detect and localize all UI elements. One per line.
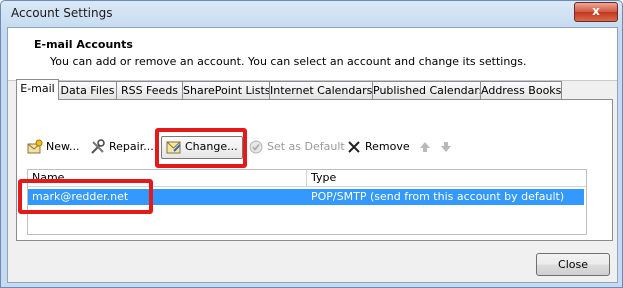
arrow-down-icon bbox=[438, 139, 454, 155]
tab-published-calendars[interactable]: Published Calendars bbox=[372, 81, 485, 99]
tab-rss-feeds[interactable]: RSS Feeds bbox=[116, 81, 183, 99]
tab-data-files[interactable]: Data Files bbox=[58, 81, 117, 99]
window-title: Account Settings bbox=[11, 6, 113, 20]
close-button-label: Close bbox=[558, 258, 588, 271]
repair-account-label: Repair... bbox=[109, 140, 154, 153]
tab-email[interactable]: E-mail bbox=[16, 79, 59, 100]
remove-account-button[interactable]: Remove bbox=[346, 137, 410, 157]
close-window-button[interactable]: x bbox=[574, 2, 618, 22]
account-type: POP/SMTP (send from this account by defa… bbox=[311, 190, 565, 203]
tab-address-books[interactable]: Address Books bbox=[480, 81, 562, 99]
move-up-button[interactable] bbox=[417, 137, 436, 157]
new-account-button[interactable]: New... bbox=[27, 137, 79, 157]
arrow-up-icon bbox=[417, 139, 433, 155]
checkmark-icon bbox=[248, 139, 264, 155]
move-down-button[interactable] bbox=[438, 137, 457, 157]
repair-tools-icon bbox=[90, 139, 106, 155]
new-account-label: New... bbox=[46, 140, 80, 153]
tab-sharepoint-lists[interactable]: SharePoint Lists bbox=[182, 81, 271, 99]
column-header-type[interactable]: Type bbox=[311, 171, 336, 184]
remove-account-label: Remove bbox=[365, 140, 410, 153]
account-row-highlight bbox=[18, 179, 153, 214]
x-icon bbox=[346, 139, 362, 155]
set-as-default-label: Set as Default bbox=[267, 140, 345, 153]
change-button-highlight bbox=[155, 128, 247, 168]
close-button[interactable]: Close bbox=[536, 253, 610, 276]
tab-internet-calendars[interactable]: Internet Calendars bbox=[269, 81, 373, 99]
new-account-icon bbox=[27, 139, 43, 155]
repair-account-button[interactable]: Repair... bbox=[90, 137, 154, 157]
column-divider[interactable] bbox=[306, 170, 307, 186]
header-band: E-mail Accounts You can add or remove an… bbox=[8, 28, 617, 81]
header-title: E-mail Accounts bbox=[34, 38, 133, 51]
set-as-default-button[interactable]: Set as Default bbox=[248, 137, 345, 157]
header-description: You can add or remove an account. You ca… bbox=[50, 55, 527, 68]
account-settings-window: Account Settings x E-mail Accounts You c… bbox=[0, 0, 623, 288]
title-bar[interactable]: Account Settings x bbox=[1, 1, 622, 27]
